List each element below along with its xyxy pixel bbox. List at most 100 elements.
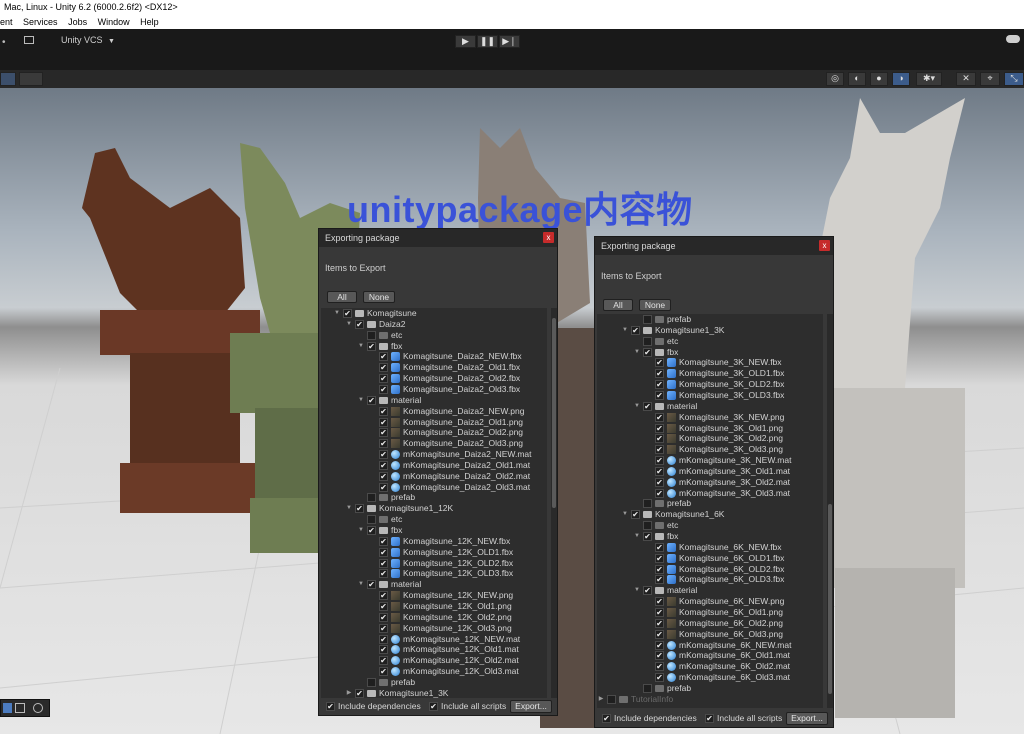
row-checkbox[interactable]: ✔: [655, 466, 664, 476]
tree-row[interactable]: ✔ Komagitsune_Daiza2_Old3.png: [321, 438, 547, 449]
tree-row[interactable]: ▶ TutorialInfo: [597, 694, 823, 705]
row-checkbox[interactable]: ✔: [655, 607, 664, 617]
tree-row[interactable]: ✔ mKomagitsune_3K_Old1.mat: [597, 466, 823, 477]
row-checkbox[interactable]: ✔: [655, 564, 664, 574]
row-checkbox[interactable]: ✔: [655, 553, 664, 563]
tree-row[interactable]: ✔ Komagitsune_6K_Old2.png: [597, 618, 823, 629]
tree-row[interactable]: ✔ Komagitsune_3K_OLD1.fbx: [597, 368, 823, 379]
tree-row[interactable]: ✔ mKomagitsune_3K_NEW.mat: [597, 455, 823, 466]
tree-row[interactable]: ✔ mKomagitsune_6K_Old1.mat: [597, 650, 823, 661]
row-checkbox[interactable]: ✔: [379, 384, 388, 394]
tree-row[interactable]: ✔ Komagitsune_3K_Old3.png: [597, 444, 823, 455]
row-checkbox[interactable]: ✔: [655, 434, 664, 444]
tree-row[interactable]: etc: [597, 520, 823, 531]
row-checkbox[interactable]: [643, 683, 652, 693]
row-checkbox[interactable]: ✔: [367, 526, 376, 535]
tree-row[interactable]: ✔ Komagitsune_Daiza2_Old2.png: [321, 427, 547, 438]
scrollbar-thumb[interactable]: [828, 504, 832, 694]
row-checkbox[interactable]: ✔: [631, 510, 640, 520]
close-button[interactable]: x: [543, 232, 554, 243]
row-checkbox[interactable]: ✔: [655, 358, 664, 368]
export-tree[interactable]: ▼ ✔ Komagitsune ▼ ✔ Daiza2 etc ▼ ✔ fbx ✔ Komagitsun…: [321, 308, 547, 698]
tree-row[interactable]: ▼ ✔ Komagitsune1_12K: [321, 503, 547, 514]
row-checkbox[interactable]: ✔: [655, 542, 664, 552]
row-checkbox[interactable]: ✔: [379, 536, 388, 546]
expand-arrow-icon[interactable]: ▼: [621, 509, 629, 520]
row-checkbox[interactable]: [643, 336, 652, 346]
row-checkbox[interactable]: ✔: [655, 662, 664, 672]
expand-arrow-icon[interactable]: ▼: [357, 395, 365, 406]
shading-lit-icon[interactable]: ◑: [892, 72, 910, 86]
package-icon[interactable]: [24, 36, 34, 44]
tree-row[interactable]: ✔ mKomagitsune_12K_NEW.mat: [321, 634, 547, 645]
tree-row[interactable]: prefab: [597, 683, 823, 694]
select-none-button[interactable]: None: [363, 291, 395, 303]
row-checkbox[interactable]: ✔: [379, 428, 388, 438]
row-checkbox[interactable]: ✔: [379, 623, 388, 633]
tree-row[interactable]: ✔ mKomagitsune_3K_Old2.mat: [597, 477, 823, 488]
row-checkbox[interactable]: ✔: [655, 456, 664, 466]
tree-row[interactable]: ✔ mKomagitsune_6K_Old2.mat: [597, 661, 823, 672]
close-button[interactable]: x: [819, 240, 830, 251]
unity-vcs-button[interactable]: Unity VCS ▼: [61, 35, 115, 45]
row-checkbox[interactable]: ✔: [631, 325, 640, 335]
tree-row[interactable]: ✔ mKomagitsune_Daiza2_Old1.mat: [321, 460, 547, 471]
row-checkbox[interactable]: [607, 694, 616, 704]
tree-row[interactable]: ▼ ✔ Komagitsune1_6K: [597, 509, 823, 520]
tree-row[interactable]: ▶ ✔ Komagitsune1_3K: [321, 688, 547, 698]
cloud-icon[interactable]: [1006, 35, 1020, 43]
expand-arrow-icon[interactable]: ▼: [357, 579, 365, 590]
tree-row[interactable]: ✔ Komagitsune_3K_Old1.png: [597, 423, 823, 434]
tree-row[interactable]: ✔ Komagitsune_3K_NEW.png: [597, 412, 823, 423]
row-checkbox[interactable]: ✔: [655, 445, 664, 455]
row-checkbox[interactable]: ✔: [655, 575, 664, 585]
tree-row[interactable]: ✔ Komagitsune_3K_NEW.fbx: [597, 357, 823, 368]
tree-row[interactable]: ✔ Komagitsune_6K_NEW.fbx: [597, 542, 823, 553]
row-checkbox[interactable]: ✔: [643, 586, 652, 596]
tree-row[interactable]: ✔ Komagitsune_3K_OLD2.fbx: [597, 379, 823, 390]
export-button[interactable]: Export...: [786, 712, 828, 725]
effects-dropdown[interactable]: ✱▾: [916, 72, 942, 86]
row-checkbox[interactable]: [643, 521, 652, 531]
row-checkbox[interactable]: ✔: [655, 477, 664, 487]
grid-snap-dropdown[interactable]: [19, 72, 43, 86]
tree-row[interactable]: ✔ Komagitsune_12K_OLD2.fbx: [321, 558, 547, 569]
select-none-button[interactable]: None: [639, 299, 671, 311]
menu-item-services[interactable]: Services: [23, 17, 58, 27]
include-dependencies-checkbox[interactable]: ✔: [326, 702, 335, 711]
collapse-arrow-icon[interactable]: ▶: [597, 694, 605, 705]
row-checkbox[interactable]: ✔: [655, 380, 664, 390]
tree-row[interactable]: ✔ Komagitsune_Daiza2_NEW.png: [321, 406, 547, 417]
include-scripts-checkbox[interactable]: ✔: [429, 702, 438, 711]
gizmo-globe-icon[interactable]: ◎: [826, 72, 844, 86]
row-checkbox[interactable]: [643, 315, 652, 324]
tree-row[interactable]: ✔ Komagitsune_12K_OLD3.fbx: [321, 568, 547, 579]
row-checkbox[interactable]: [367, 677, 376, 687]
row-checkbox[interactable]: ✔: [379, 450, 388, 460]
row-checkbox[interactable]: ✔: [379, 645, 388, 655]
row-checkbox[interactable]: ✔: [355, 319, 364, 329]
toolbar-left-icon[interactable]: •: [2, 37, 6, 48]
menu-item-edit[interactable]: ent: [0, 17, 13, 27]
row-checkbox[interactable]: ✔: [643, 401, 652, 411]
row-checkbox[interactable]: ✔: [343, 309, 352, 318]
include-scripts-checkbox[interactable]: ✔: [705, 714, 714, 723]
row-checkbox[interactable]: ✔: [379, 482, 388, 492]
gizmos-toggle-icon[interactable]: ⤡: [1004, 72, 1024, 86]
tree-row[interactable]: etc: [321, 514, 547, 525]
tree-row[interactable]: ✔ mKomagitsune_12K_Old2.mat: [321, 655, 547, 666]
row-checkbox[interactable]: ✔: [355, 504, 364, 514]
row-checkbox[interactable]: ✔: [379, 612, 388, 622]
expand-arrow-icon[interactable]: ▼: [633, 401, 641, 412]
tree-row[interactable]: ✔ Komagitsune_12K_NEW.png: [321, 590, 547, 601]
row-checkbox[interactable]: ✔: [379, 667, 388, 677]
expand-arrow-icon[interactable]: ▼: [633, 347, 641, 358]
tree-row[interactable]: ▼ ✔ Komagitsune: [321, 308, 547, 319]
tree-row[interactable]: ▼ ✔ material: [597, 585, 823, 596]
tree-row[interactable]: prefab: [597, 314, 823, 325]
tree-row[interactable]: ▼ ✔ fbx: [321, 525, 547, 536]
tree-row[interactable]: ▼ ✔ material: [321, 395, 547, 406]
row-checkbox[interactable]: ✔: [379, 634, 388, 644]
tree-row[interactable]: etc: [321, 330, 547, 341]
row-checkbox[interactable]: ✔: [379, 547, 388, 557]
